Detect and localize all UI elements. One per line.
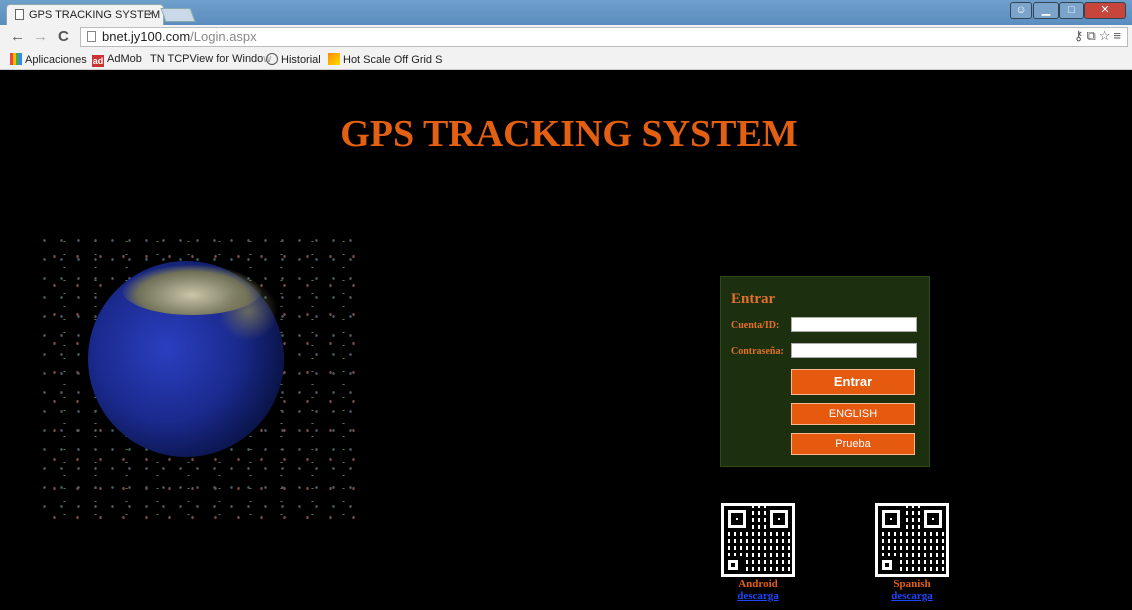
bookmark-label: Historial xyxy=(281,54,321,66)
qr-code-icon xyxy=(875,503,949,577)
login-heading: Entrar xyxy=(731,291,776,307)
bookmark-historial[interactable]: Historial xyxy=(266,53,321,66)
login-panel: Entrar Cuenta/ID: Contraseña: Entrar ENG… xyxy=(720,276,930,467)
menu-icon[interactable]: ≡ xyxy=(1113,28,1124,43)
spanish-download: Spanish descarga xyxy=(874,503,950,602)
android-label: Android xyxy=(738,578,778,590)
history-icon xyxy=(266,53,278,65)
android-download: Android descarga xyxy=(720,503,796,602)
password-input[interactable] xyxy=(791,343,917,358)
maximize-button[interactable]: □ xyxy=(1059,2,1084,19)
english-button[interactable]: ENGLISH xyxy=(791,403,915,425)
admob-icon: ad xyxy=(92,55,104,67)
page-viewport: GPS TRACKING SYSTEM Entrar Cuenta/ID: Co… xyxy=(6,71,1132,610)
account-id-input[interactable] xyxy=(791,317,917,332)
qr-code-icon xyxy=(721,503,795,577)
globe-landmass xyxy=(218,281,278,341)
earth-globe-icon xyxy=(88,261,284,457)
bookmark-admob[interactable]: ad AdMob xyxy=(92,53,142,67)
back-arrow-icon[interactable]: ← xyxy=(10,28,25,45)
login-button[interactable]: Entrar xyxy=(791,369,915,395)
url-path: /Login.aspx xyxy=(190,29,257,44)
bookmark-icon xyxy=(328,53,340,65)
new-tab-button[interactable] xyxy=(160,8,196,22)
qr-finder xyxy=(878,556,896,574)
translate-icon[interactable]: ⧉ xyxy=(1086,28,1098,43)
bookmark-hot-scale[interactable]: Hot Scale Off Grid S xyxy=(328,53,442,66)
key-icon[interactable]: ⚷ xyxy=(1074,28,1087,43)
android-download-link[interactable]: descarga xyxy=(720,590,796,602)
trial-button[interactable]: Prueba xyxy=(791,433,915,455)
bookmark-label: AdMob xyxy=(107,53,142,65)
window-titlebar: GPS TRACKING SYSTEM × ☺ ▁ □ ✕ xyxy=(0,0,1132,25)
forward-arrow-icon[interactable]: → xyxy=(33,28,48,45)
star-icon[interactable]: ☆ xyxy=(1099,28,1114,43)
page-icon xyxy=(15,9,24,20)
reload-icon[interactable]: C xyxy=(58,28,69,45)
spanish-download-link[interactable]: descarga xyxy=(874,590,950,602)
page-icon xyxy=(87,31,96,42)
apps-icon xyxy=(10,53,22,65)
spanish-label: Spanish xyxy=(893,578,931,590)
password-label: Contraseña: xyxy=(731,346,784,357)
qr-finder xyxy=(724,556,742,574)
bookmark-label: Hot Scale Off Grid S xyxy=(343,54,443,66)
url-host: bnet.jy100.com xyxy=(102,29,191,44)
bookmark-apps[interactable]: Aplicaciones xyxy=(10,53,87,66)
bookmark-tcpview[interactable]: TN TCPView for Window xyxy=(150,53,271,65)
address-bar[interactable]: bnet.jy100.com/Login.aspx xyxy=(80,27,1128,47)
bookmarks-bar: Aplicaciones ad AdMob TN TCPView for Wind… xyxy=(0,49,1132,70)
minimize-button[interactable]: ▁ xyxy=(1033,2,1059,19)
tab-close-icon[interactable]: × xyxy=(148,8,154,20)
tab-title: GPS TRACKING SYSTEM xyxy=(29,9,161,21)
globe-image xyxy=(36,231,356,521)
page-title: GPS TRACKING SYSTEM xyxy=(340,113,798,155)
browser-tab[interactable]: GPS TRACKING SYSTEM × xyxy=(6,4,164,25)
account-id-label: Cuenta/ID: xyxy=(731,320,780,331)
bookmark-label: TN TCPView for Windo xyxy=(150,53,264,65)
browser-toolbar: ← → C bnet.jy100.com/Login.aspx ⚷⧉☆≡ xyxy=(0,25,1132,49)
bookmark-label: Aplicaciones xyxy=(25,54,87,66)
user-profile-icon[interactable]: ☺ xyxy=(1010,2,1032,19)
toolbar-icons[interactable]: ⚷⧉☆≡ xyxy=(1074,28,1124,44)
close-window-button[interactable]: ✕ xyxy=(1084,2,1126,19)
